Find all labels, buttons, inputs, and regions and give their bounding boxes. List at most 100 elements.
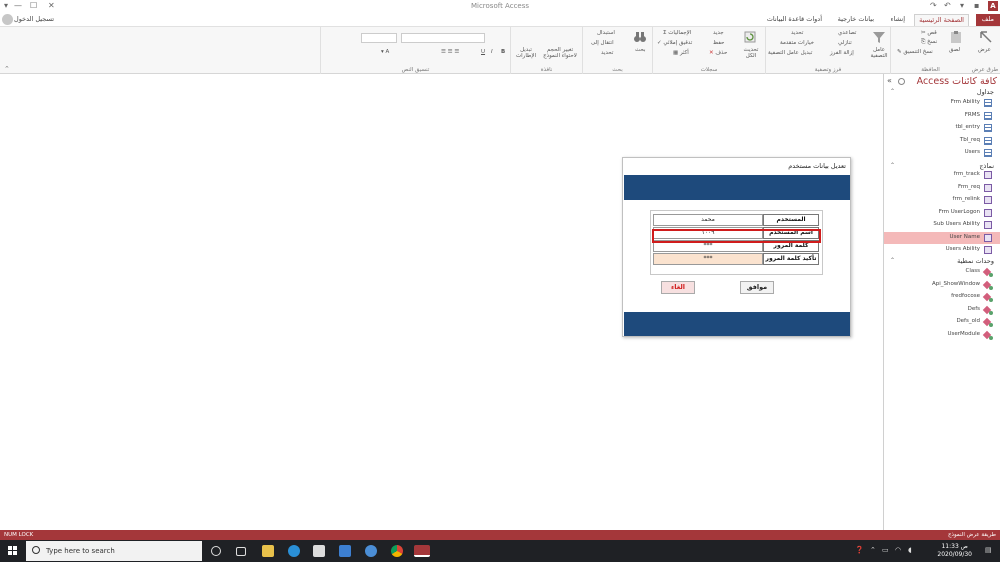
section-tables[interactable]: جداول xyxy=(977,88,994,96)
remove-sort-button[interactable]: إزالة الفرز xyxy=(830,50,854,56)
nav-module-item[interactable]: UserModule xyxy=(884,329,1000,341)
sign-in-link[interactable]: تسجيل الدخول xyxy=(0,13,54,26)
more-button[interactable]: أكثر ▦ xyxy=(673,50,689,56)
bold-button[interactable]: B xyxy=(501,49,505,55)
nav-form-item[interactable]: User Name xyxy=(884,231,1000,244)
nav-module-item[interactable]: fredfocose xyxy=(884,291,1000,303)
copy-button[interactable]: نسخ ⎘ xyxy=(921,39,937,46)
undo-icon[interactable]: ↶ xyxy=(944,1,951,10)
font-name-select[interactable] xyxy=(401,33,485,43)
view-button[interactable]: عرض xyxy=(978,47,991,53)
tab-external-data[interactable]: بيانات خارجية xyxy=(838,14,874,26)
goto-button[interactable]: انتقال إلى xyxy=(591,40,614,46)
refresh-icon[interactable] xyxy=(743,30,757,44)
edge-icon[interactable] xyxy=(288,545,300,557)
nav-module-item[interactable]: Defs_old xyxy=(884,316,1000,328)
format-painter-button[interactable]: نسخ التنسيق ✎ xyxy=(897,49,933,55)
taskbar-search-input[interactable]: Type here to search xyxy=(26,541,202,561)
nav-table-item[interactable]: FRMS xyxy=(884,110,1000,122)
user-value[interactable]: محمد xyxy=(653,214,763,226)
store-icon[interactable] xyxy=(313,545,325,557)
collapse-nav-icon[interactable]: « xyxy=(887,76,892,85)
new-record-button[interactable]: جديد xyxy=(713,30,724,36)
cut-button[interactable]: قص ✂ xyxy=(921,30,937,36)
descending-button[interactable]: تنازلي xyxy=(838,40,852,46)
help-icon[interactable]: ❓ xyxy=(855,546,864,554)
nav-form-item[interactable]: Users Ability xyxy=(884,244,1000,256)
nav-title[interactable]: كافة كائنات Access xyxy=(917,76,997,87)
access-taskbar-icon[interactable] xyxy=(414,545,430,557)
totals-button[interactable]: الإجماليات Σ xyxy=(663,30,691,36)
nav-form-item[interactable]: Frm_req xyxy=(884,182,1000,194)
volume-icon[interactable]: ◖ xyxy=(908,546,912,554)
toggle-filter-button[interactable]: تبديل عامل التصفية xyxy=(768,50,812,56)
filter-button[interactable]: عامل التصفية xyxy=(870,47,888,59)
cortana-icon[interactable] xyxy=(211,546,221,556)
selection-button[interactable]: تحديد xyxy=(791,30,803,36)
section-modules-chevron-icon[interactable]: ⌃ xyxy=(890,257,895,264)
chrome-icon[interactable] xyxy=(391,545,403,557)
select-button[interactable]: تحديد xyxy=(601,50,613,56)
task-view-icon[interactable] xyxy=(236,547,246,556)
save-icon[interactable]: ▪ xyxy=(974,1,979,10)
nav-module-item[interactable]: Class xyxy=(884,266,1000,278)
app-icon[interactable] xyxy=(365,545,377,557)
nav-form-item[interactable]: frm_track xyxy=(884,169,1000,181)
nav-table-item[interactable]: Users xyxy=(884,147,1000,159)
replace-button[interactable]: استبدال xyxy=(597,30,615,36)
advanced-button[interactable]: خيارات متقدمة xyxy=(780,40,814,46)
nav-form-item-label: Users Ability xyxy=(945,246,980,252)
delete-record-button[interactable]: حذف ✕ xyxy=(709,50,727,56)
cancel-button[interactable]: الغاء xyxy=(661,281,695,294)
tray-chevron-icon[interactable]: ⌃ xyxy=(870,546,876,554)
file-explorer-icon[interactable] xyxy=(262,545,274,557)
nav-form-item[interactable]: Frm UserLogon xyxy=(884,207,1000,219)
notifications-icon[interactable]: ▤ xyxy=(985,546,992,554)
nav-options-icon[interactable] xyxy=(898,78,905,85)
find-button[interactable]: بحث xyxy=(635,47,645,53)
ascending-button[interactable]: تصاعدي xyxy=(838,30,856,36)
mail-icon[interactable] xyxy=(339,545,351,557)
font-size-select[interactable] xyxy=(361,33,397,43)
nav-module-item[interactable]: Api_ShowWindow xyxy=(884,279,1000,291)
paste-button[interactable]: لصق xyxy=(949,47,960,53)
nav-module-item-label: Defs_old xyxy=(956,318,980,324)
align-icons[interactable]: ☰ ☰ ☰ xyxy=(441,49,459,55)
size-to-fit-button[interactable]: تغيير الحجم لاحتواء النموذج xyxy=(541,47,579,59)
tab-create[interactable]: إنشاء xyxy=(891,14,905,26)
spelling-button[interactable]: تدقيق إملائي ✓ xyxy=(657,40,692,46)
ok-button[interactable]: موافق xyxy=(740,281,774,294)
section-forms-chevron-icon[interactable]: ⌃ xyxy=(890,162,895,169)
switch-windows-button[interactable]: تبديل الإطارات xyxy=(515,47,537,59)
dropdown-icon[interactable]: ▾ xyxy=(960,1,964,10)
sort-filter-group-label: فرز وتصفية xyxy=(814,67,842,73)
italic-button[interactable]: I xyxy=(491,49,493,55)
nav-table-item[interactable]: Frm Ability xyxy=(884,97,1000,109)
font-color-icon[interactable]: A ▾ xyxy=(381,49,389,55)
paste-icon[interactable] xyxy=(949,30,963,44)
nav-form-item[interactable]: Sub Users Ability xyxy=(884,219,1000,231)
tab-database-tools[interactable]: أدوات قاعدة البيانات xyxy=(767,14,822,26)
network-icon[interactable]: ▭ xyxy=(882,546,889,554)
filter-icon[interactable] xyxy=(872,30,886,44)
section-tables-chevron-icon[interactable]: ⌃ xyxy=(890,88,895,95)
refresh-all-button[interactable]: تحديث الكل xyxy=(741,47,761,59)
nav-table-item[interactable]: Tbl_req xyxy=(884,135,1000,147)
collapse-ribbon-icon[interactable]: ⌃ xyxy=(4,65,10,73)
redo-icon[interactable]: ↷ xyxy=(930,1,937,10)
view-icon[interactable] xyxy=(979,30,993,44)
nav-form-item[interactable]: frm_relink xyxy=(884,194,1000,206)
nav-table-item[interactable]: tbl_entry xyxy=(884,122,1000,134)
confirm-password-field[interactable]: *** xyxy=(653,253,763,265)
section-modules[interactable]: وحدات نمطية xyxy=(957,257,994,265)
tab-file[interactable]: ملف xyxy=(975,14,1000,26)
windows-start-icon[interactable] xyxy=(8,546,18,556)
wifi-icon[interactable]: ◠ xyxy=(895,546,901,554)
tab-home[interactable]: الصفحة الرئيسية xyxy=(914,14,969,26)
save-record-button[interactable]: حفظ xyxy=(713,40,724,46)
nav-module-item[interactable]: Defs xyxy=(884,304,1000,316)
underline-button[interactable]: U xyxy=(481,49,485,55)
module-object-icon xyxy=(984,306,993,315)
binoculars-icon[interactable] xyxy=(633,30,647,44)
taskbar-clock[interactable]: 11:33 ص 2020/09/30 xyxy=(937,543,972,559)
